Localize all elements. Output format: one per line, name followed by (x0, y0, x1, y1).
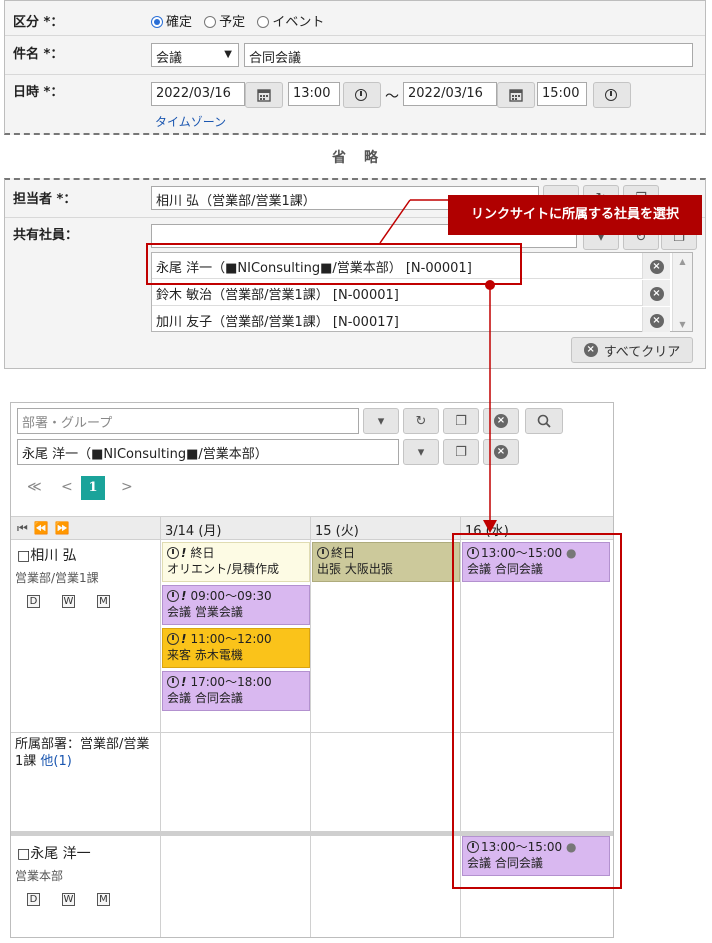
callout-label: リンクサイトに所属する社員を選択 (448, 195, 702, 235)
annotation-connector (379, 199, 497, 533)
